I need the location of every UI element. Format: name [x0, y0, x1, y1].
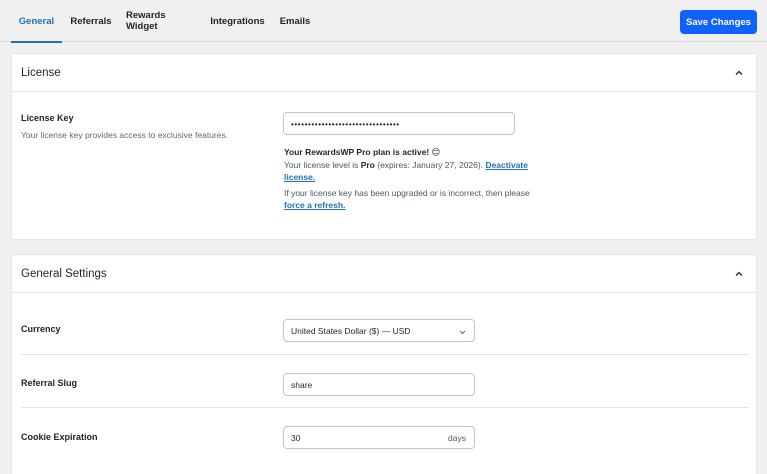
currency-label: Currency	[21, 324, 61, 334]
currency-select[interactable]: United States Dollar ($) — USD	[283, 319, 475, 342]
general-settings-card: General Settings Currency United States …	[11, 254, 757, 474]
license-card-title: License	[21, 67, 61, 79]
row-divider	[21, 354, 749, 355]
cookie-expiration-value: 30	[291, 432, 301, 443]
row-divider	[21, 407, 749, 408]
license-refresh-text: If your license key has been upgraded or…	[284, 187, 546, 211]
force-refresh-link[interactable]: force a refresh.	[284, 200, 345, 210]
general-settings-card-header[interactable]: General Settings	[12, 255, 756, 293]
tab-referrals[interactable]: Referrals	[70, 0, 112, 42]
license-level-value: Pro	[360, 160, 375, 170]
chevron-down-icon	[459, 330, 466, 335]
referral-slug-label: Referral Slug	[21, 378, 78, 388]
tab-emails[interactable]: Emails	[280, 0, 311, 42]
cookie-expiration-label: Cookie Expiration	[21, 432, 98, 442]
license-level-suffix: (expires: January 27, 2026).	[374, 160, 486, 170]
license-key-description: Your license key provides access to excl…	[21, 130, 229, 140]
license-status-heading: Your RewardsWP Pro plan is active! 😊	[284, 147, 441, 157]
save-changes-button[interactable]: Save Changes	[680, 10, 757, 34]
cookie-expiration-unit: days	[448, 433, 466, 443]
license-level-text: Your license level is Pro (expires: Janu…	[284, 159, 544, 183]
tab-integrations[interactable]: Integrations	[210, 0, 264, 42]
chevron-up-icon[interactable]	[734, 68, 744, 78]
license-card: License License Key Your license key pro…	[11, 53, 757, 240]
tab-general[interactable]: General	[11, 0, 62, 43]
license-card-header[interactable]: License	[12, 54, 756, 92]
license-refresh-prefix: If your license key has been upgraded or…	[284, 188, 530, 198]
referral-slug-input[interactable]: share	[283, 373, 475, 396]
license-level-prefix: Your license level is	[284, 160, 361, 170]
settings-tab-bar: General Referrals Rewards Widget Integra…	[0, 0, 767, 43]
cookie-expiration-input[interactable]: 30 days	[283, 426, 475, 449]
chevron-up-icon[interactable]	[734, 269, 744, 279]
general-settings-card-title: General Settings	[21, 268, 107, 280]
tab-rewards-widget[interactable]: Rewards Widget	[126, 0, 196, 42]
license-key-input[interactable]: ••••••••••••••••••••••••••••••••	[283, 112, 515, 135]
license-key-label: License Key	[21, 113, 74, 123]
currency-select-value: United States Dollar ($) — USD	[291, 325, 411, 336]
